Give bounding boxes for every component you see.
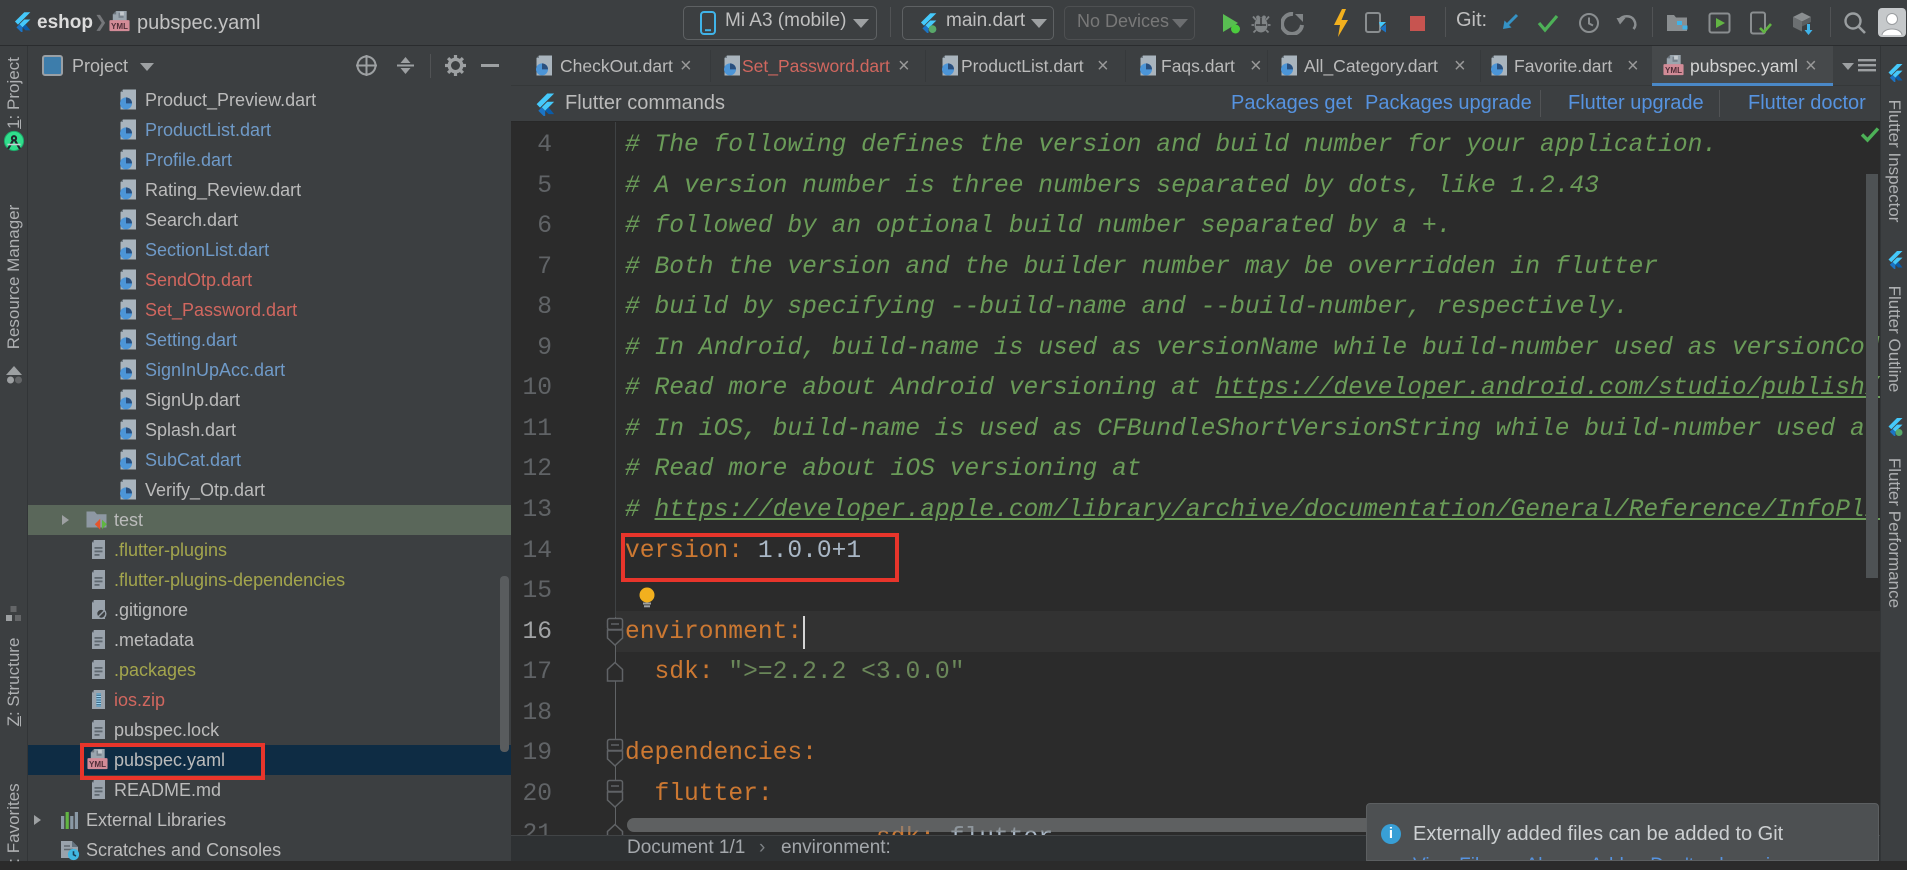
svg-text:YML: YML: [1665, 66, 1682, 75]
svg-text:YML: YML: [111, 22, 128, 31]
